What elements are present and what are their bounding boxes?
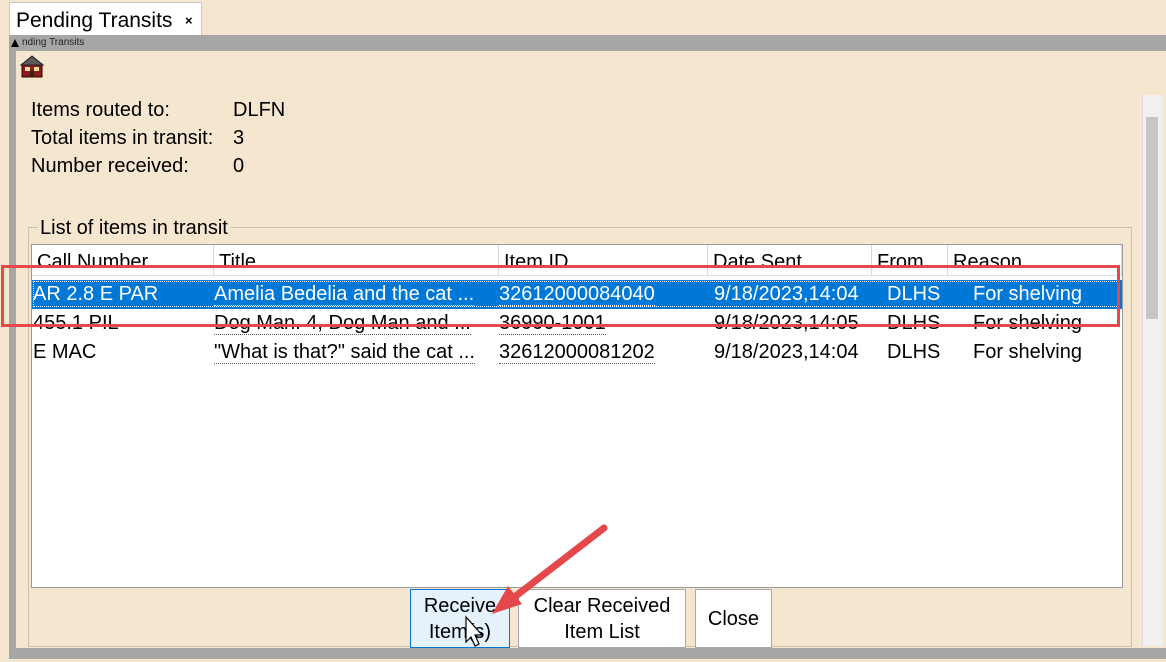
number-received-label: Number received: — [31, 155, 189, 177]
pending-transits-panel: nding Transits Items routed to: DLFN Tot… — [9, 35, 1166, 659]
row-highlight-annotation — [1, 265, 1120, 327]
routed-to-value: DLFN — [233, 99, 286, 121]
cell-reason: For shelving — [973, 341, 1082, 363]
clear-button-line1: Clear Received — [533, 594, 671, 617]
close-icon[interactable]: × — [185, 13, 193, 28]
tab-strip: Pending Transits × — [0, 0, 1166, 35]
cell-from: DLHS — [887, 341, 941, 363]
vertical-scrollbar[interactable] — [1142, 95, 1163, 646]
cell-call-number: E MAC — [33, 341, 97, 363]
close-button-label: Close — [707, 607, 760, 630]
clear-button-line2: Item List — [564, 620, 640, 643]
receive-items-button[interactable]: Receive Item(s) — [410, 589, 510, 648]
cell-item-id-link[interactable]: 32612000081202 — [499, 341, 655, 364]
total-items-value: 3 — [233, 127, 245, 149]
number-received-value: 0 — [233, 155, 245, 177]
close-button[interactable]: Close — [695, 589, 772, 648]
table-row[interactable]: E MAC "What is that?" said the cat ... 3… — [32, 338, 1122, 367]
cell-date-sent: 9/18/2023,14:04 — [714, 341, 859, 363]
group-title: List of items in transit — [38, 217, 230, 240]
scrollbar-thumb[interactable] — [1146, 117, 1158, 319]
home-icon[interactable] — [20, 54, 44, 78]
cell-title-link[interactable]: "What is that?" said the cat ... — [214, 341, 475, 364]
panel-title: nding Transits — [22, 37, 85, 48]
collapse-icon[interactable] — [11, 39, 19, 47]
tab-pending-transits[interactable]: Pending Transits × — [9, 2, 202, 35]
receive-button-line1: Receive — [423, 594, 497, 617]
tab-label: Pending Transits — [16, 9, 173, 32]
clear-received-list-button[interactable]: Clear Received Item List — [518, 589, 686, 648]
total-items-label: Total items in transit: — [31, 127, 214, 149]
routed-to-label: Items routed to: — [31, 99, 170, 121]
receive-button-line2: Item(s) — [428, 620, 492, 643]
panel-content: Items routed to: DLFN Total items in tra… — [16, 51, 1166, 648]
